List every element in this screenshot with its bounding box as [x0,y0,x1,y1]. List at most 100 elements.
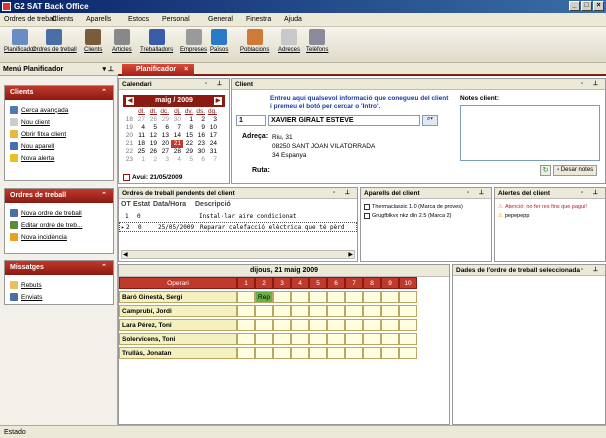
calendar-day[interactable]: 9 [195,124,207,132]
calendar-day[interactable]: 31 [207,148,219,156]
schedule-slot[interactable] [309,347,327,359]
schedule-slot[interactable] [237,319,255,331]
schedule-slot[interactable] [309,333,327,345]
calendar-day[interactable]: 6 [159,124,171,132]
group-item-nou-client[interactable]: Nou client [10,118,50,126]
schedule-slot[interactable] [363,319,381,331]
table-row[interactable]: 1 0 Instal·lar aire condicionat [119,212,357,222]
group-item-enviats[interactable]: Enviats [10,293,42,301]
schedule-slot[interactable] [291,319,309,331]
next-month-button[interactable]: ▶ [214,97,222,105]
schedule-slot[interactable] [291,347,309,359]
schedule-slot[interactable] [237,305,255,317]
prev-month-button[interactable]: ◀ [126,97,134,105]
schedule-slot[interactable] [399,291,417,303]
schedule-slot[interactable] [291,291,309,303]
calendar-day[interactable]: 22 [183,140,195,148]
schedule-slot[interactable] [309,305,327,317]
calendar-day[interactable]: 18 [135,140,147,148]
schedule-slot[interactable] [273,319,291,331]
schedule-slot[interactable] [363,333,381,345]
toolbar-clients-button[interactable]: Clients [84,29,102,53]
schedule-slot[interactable] [255,305,273,317]
toolbar-telefons-button[interactable]: Telèfons [306,29,328,53]
calendar-day[interactable]: 1 [135,156,147,164]
calendar-day[interactable]: 20 [159,140,171,148]
schedule-slot[interactable] [363,291,381,303]
calendar-day[interactable]: 21 [171,140,183,148]
calendar-day[interactable]: 6 [195,156,207,164]
calendar-day[interactable]: 11 [135,132,147,140]
calendar-day[interactable]: 30 [195,148,207,156]
schedule-slot[interactable] [363,347,381,359]
menu-general[interactable]: General [208,16,233,23]
schedule-slot[interactable] [237,291,255,303]
schedule-slot[interactable] [327,347,345,359]
schedule-slot[interactable] [309,319,327,331]
schedule-slot[interactable] [309,291,327,303]
collapse-icon[interactable]: ⌃ [101,263,107,271]
toolbar-treballadors-button[interactable]: Treballadors [140,29,173,53]
calendar-day[interactable]: 26 [147,148,159,156]
schedule-slot[interactable] [381,319,399,331]
schedule-slot[interactable] [345,333,363,345]
group-item-nova-ordre-de-treball[interactable]: Nova ordre de treball [10,209,82,217]
group-item-nova-alerta[interactable]: Nova alerta [10,154,54,162]
schedule-slot[interactable] [345,347,363,359]
checkbox-icon[interactable] [364,212,370,219]
schedule-slot[interactable] [399,347,417,359]
schedule-slot[interactable] [381,347,399,359]
calendar-day[interactable]: 4 [135,124,147,132]
schedule-slot[interactable] [381,333,399,345]
calendar-day[interactable]: 10 [207,124,219,132]
schedule-slot[interactable] [255,347,273,359]
device-item[interactable]: Grugfblkvx nkz dln 2.5 (Marca 2) [364,211,463,220]
schedule-slot[interactable] [273,333,291,345]
close-button[interactable]: × [593,1,604,11]
schedule-slot[interactable] [399,319,417,331]
orders-col-descripcio[interactable]: Descripció [195,201,231,208]
toolbar-empreses-button[interactable]: Empreses [180,29,207,53]
menu-personal[interactable]: Personal [162,16,190,23]
client-name-field[interactable] [268,115,420,126]
group-item-nou-aparell[interactable]: Nou aparell [10,142,54,150]
calendar-day[interactable]: 1 [183,116,195,124]
device-item[interactable]: Thermaclassic 1.0 (Marca de proves) [364,202,463,211]
calendar-day[interactable]: 13 [159,132,171,140]
schedule-slot[interactable] [255,333,273,345]
refresh-icon[interactable]: ↻ [540,165,551,176]
toolbar-articles-button[interactable]: Articles [112,29,132,53]
calendar-day[interactable]: 2 [195,116,207,124]
schedule-slot[interactable] [273,347,291,359]
client-code-field[interactable] [236,115,266,126]
collapse-icon[interactable]: ⌃ [101,88,107,96]
toolbar-ordres-de-treball-button[interactable]: Ordres de treball [32,29,77,53]
menu-clients[interactable]: Clients [52,16,73,23]
collapse-icon[interactable]: ⌃ [101,191,107,199]
group-header-ordres-de-treball[interactable]: Ordres de treball ⌃ [5,189,113,203]
menu-finestra[interactable]: Finestra [246,16,271,23]
schedule-slot[interactable] [327,305,345,317]
schedule-slot[interactable] [237,347,255,359]
panel-pin-icon[interactable]: ▫ ⊥ [581,189,602,196]
panel-pin-icon[interactable]: ▫ ⊥ [333,189,354,196]
schedule-slot[interactable] [291,333,309,345]
schedule-slot[interactable] [273,305,291,317]
panel-pin-icon[interactable]: ▫ ⊥ [467,189,488,196]
schedule-slot[interactable] [237,333,255,345]
calendar-day[interactable]: 24 [207,140,219,148]
schedule-slot[interactable] [399,305,417,317]
orders-scrollbar[interactable]: ◀ ▶ [121,250,355,259]
group-item-editar-ordre-de-treb[interactable]: Editar ordre de treb... [10,221,82,229]
group-item-obrir-fitxa-client[interactable]: Obrir fitxa client [10,130,66,138]
tab-planificador[interactable]: Planificador × [122,64,195,76]
menu-ajuda[interactable]: Ajuda [284,16,302,23]
maximize-button[interactable]: □ [581,1,592,11]
group-header-clients[interactable]: Clients ⌃ [5,86,113,100]
schedule-slot[interactable] [381,305,399,317]
orders-col-estat[interactable]: Estat [133,201,150,208]
toolbar-paisos-button[interactable]: Països [210,29,228,53]
calendar-day[interactable]: 14 [171,132,183,140]
checkbox-icon[interactable] [364,203,370,210]
calendar-day[interactable]: 7 [171,124,183,132]
